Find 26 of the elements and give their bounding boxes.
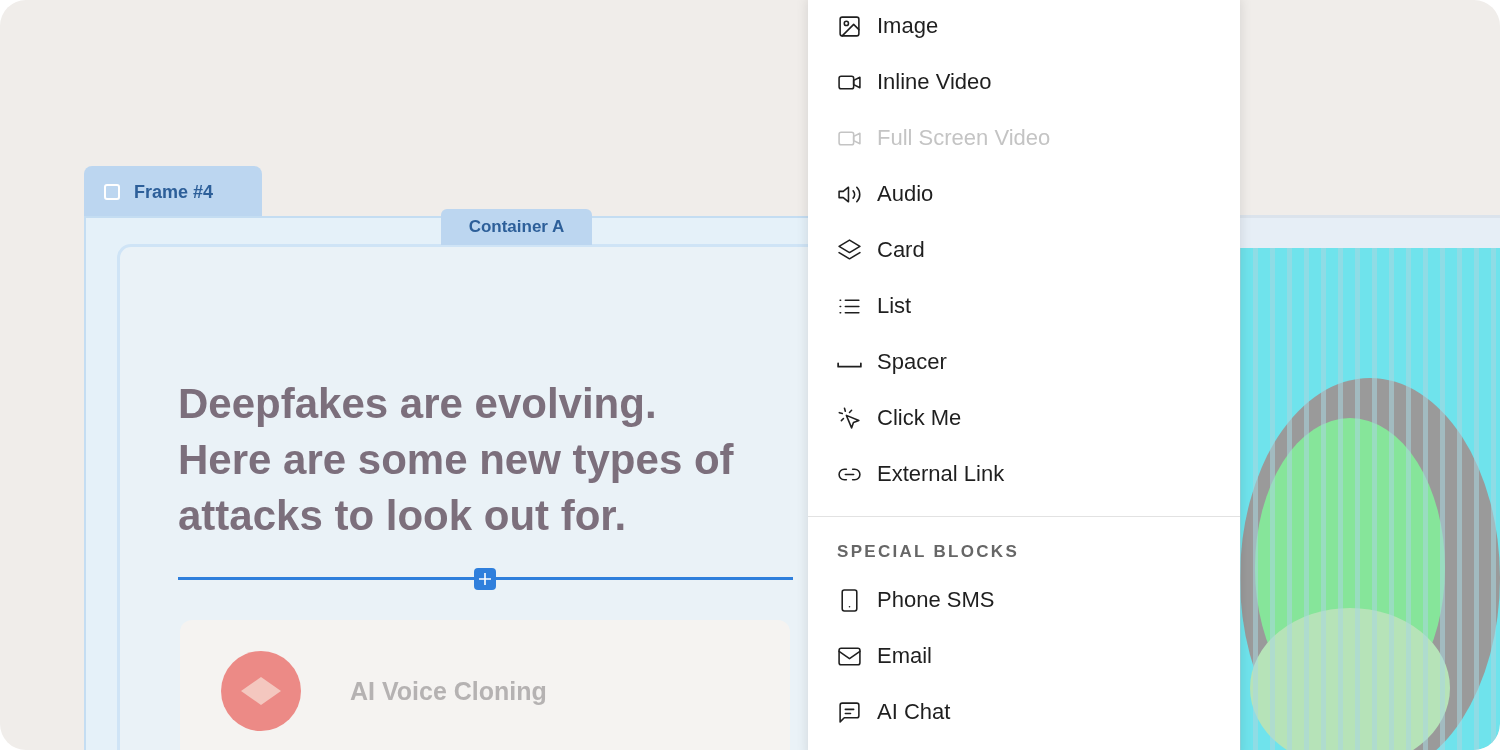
layers-icon bbox=[837, 237, 862, 263]
menu-item[interactable]: AI Chat bbox=[808, 684, 1240, 740]
menu-item[interactable]: Email bbox=[808, 628, 1240, 684]
menu-item[interactable]: Inline Video bbox=[808, 54, 1240, 110]
menu-item[interactable]: Phone SMS bbox=[808, 572, 1240, 628]
menu-item[interactable]: Click Me bbox=[808, 390, 1240, 446]
frame-icon bbox=[102, 182, 122, 202]
menu-item[interactable]: List bbox=[808, 278, 1240, 334]
frame-tab[interactable]: Frame #4 bbox=[84, 166, 262, 218]
frame-label: Frame #4 bbox=[134, 181, 214, 203]
add-button[interactable] bbox=[474, 568, 496, 590]
card-title: AI Voice Cloning bbox=[350, 677, 547, 706]
container-tab[interactable]: Container A bbox=[441, 209, 592, 245]
heading: Deepfakes are evolving. Here are some new types of attacks to look out for. bbox=[178, 379, 735, 541]
menu-item[interactable]: Card bbox=[808, 222, 1240, 278]
menu-item[interactable]: Spacer bbox=[808, 334, 1240, 390]
cursor-click-icon bbox=[837, 405, 862, 431]
diamond-badge-icon bbox=[221, 651, 301, 731]
chat-icon bbox=[837, 699, 862, 725]
menu-item[interactable]: External Link bbox=[808, 446, 1240, 502]
section-heading: SPECIAL BLOCKS bbox=[836, 541, 1021, 563]
menu-item[interactable]: Audio bbox=[808, 166, 1240, 222]
spacer-icon bbox=[837, 362, 862, 368]
image-icon bbox=[837, 13, 862, 39]
plus-icon bbox=[479, 573, 491, 585]
menu-item[interactable]: Image bbox=[808, 0, 1240, 54]
